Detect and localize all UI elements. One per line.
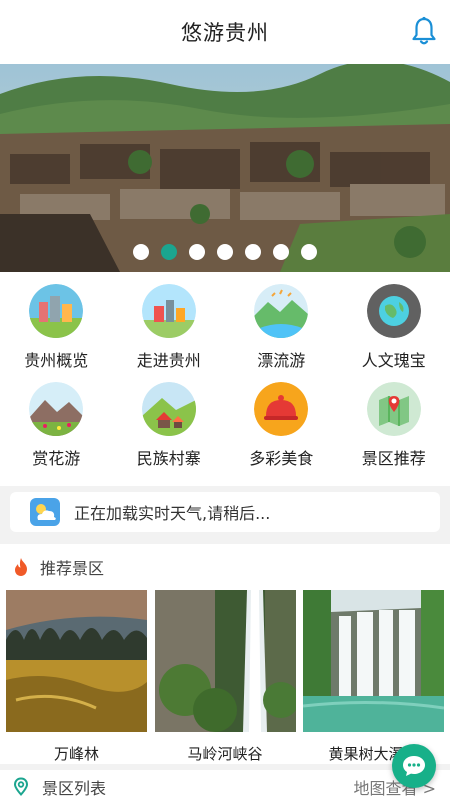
fire-icon [15,558,27,576]
category-item-rafting[interactable]: 漂流游 [225,284,338,382]
chat-bubble-icon [403,756,425,776]
weather-cloud-icon [30,498,60,526]
carousel-dot[interactable] [301,244,317,260]
category-label: 景区推荐 [361,449,426,468]
carousel-indicator [0,244,450,260]
category-item-food[interactable]: 多彩美食 [225,382,338,480]
category-item-villages[interactable]: 民族村寨 [113,382,226,480]
category-label: 走进贵州 [136,351,201,370]
scenic-photo-huangguoshu [303,590,444,732]
category-label: 贵州概览 [24,351,89,370]
weather-bar[interactable]: 正在加载实时天气,请稍后... [10,492,440,532]
carousel-dot[interactable] [273,244,289,260]
category-label: 人文瑰宝 [361,351,426,370]
scenic-card[interactable]: 万峰林 [6,590,147,774]
carousel-dot[interactable] [217,244,233,260]
food-dome-icon [254,382,309,436]
carousel-dot[interactable] [189,244,205,260]
city-icon [29,284,84,338]
river-icon [254,284,309,338]
location-pin-icon [13,777,29,796]
map-pin-icon [366,382,421,436]
category-item-overview[interactable]: 贵州概览 [0,284,113,382]
weather-wrapper: 正在加载实时天气,请稍后... [0,486,450,540]
carousel-dot[interactable] [161,244,177,260]
chat-fab[interactable] [392,744,436,788]
recommend-section: 推荐景区 万峰林 马岭河峡谷 黄果树大瀑布 [0,544,450,774]
scenic-photo-wanfenglin [6,590,147,732]
category-label: 民族村寨 [136,449,201,468]
flower-mountain-icon [29,382,84,436]
category-item-explore[interactable]: 走进贵州 [113,284,226,382]
carousel-dot[interactable] [133,244,149,260]
weather-status-text: 正在加载实时天气,请稍后... [74,504,271,523]
scenic-card[interactable]: 马岭河峡谷 [154,590,296,774]
scenic-list-title: 景区列表 [42,779,107,798]
scenic-list-header: 景区列表 地图查看 > [0,764,450,800]
category-item-culture[interactable]: 人文瑰宝 [338,284,450,382]
banner-image [0,64,450,272]
village-icon [141,382,196,436]
banner-carousel[interactable] [0,64,450,272]
category-item-scenic[interactable]: 景区推荐 [338,382,450,480]
category-item-flowers[interactable]: 赏花游 [0,382,113,480]
recommend-header: 推荐景区 [0,544,450,590]
category-label: 多彩美食 [249,449,314,468]
recommend-title: 推荐景区 [40,559,105,578]
category-label: 赏花游 [32,449,81,468]
carousel-dot[interactable] [245,244,261,260]
header-bar: 悠游贵州 [0,0,450,64]
scenic-photo-malinghe [154,590,296,732]
category-grid: 贵州概览 走进贵州 漂流游 人文瑰宝 赏花游 民族村寨 多彩美食 景区推荐 [0,272,450,486]
town-icon [141,284,196,338]
app-root: 悠游贵州 贵州概览 走进贵州 漂流游 人文瑰宝 赏花游 民族村寨 多彩美食 景区… [0,0,450,800]
category-label: 漂流游 [257,351,306,370]
globe-icon [366,284,421,338]
page-title: 悠游贵州 [181,21,269,45]
recommend-cards: 万峰林 马岭河峡谷 黄果树大瀑布 [0,590,450,774]
bell-icon[interactable] [410,16,438,46]
